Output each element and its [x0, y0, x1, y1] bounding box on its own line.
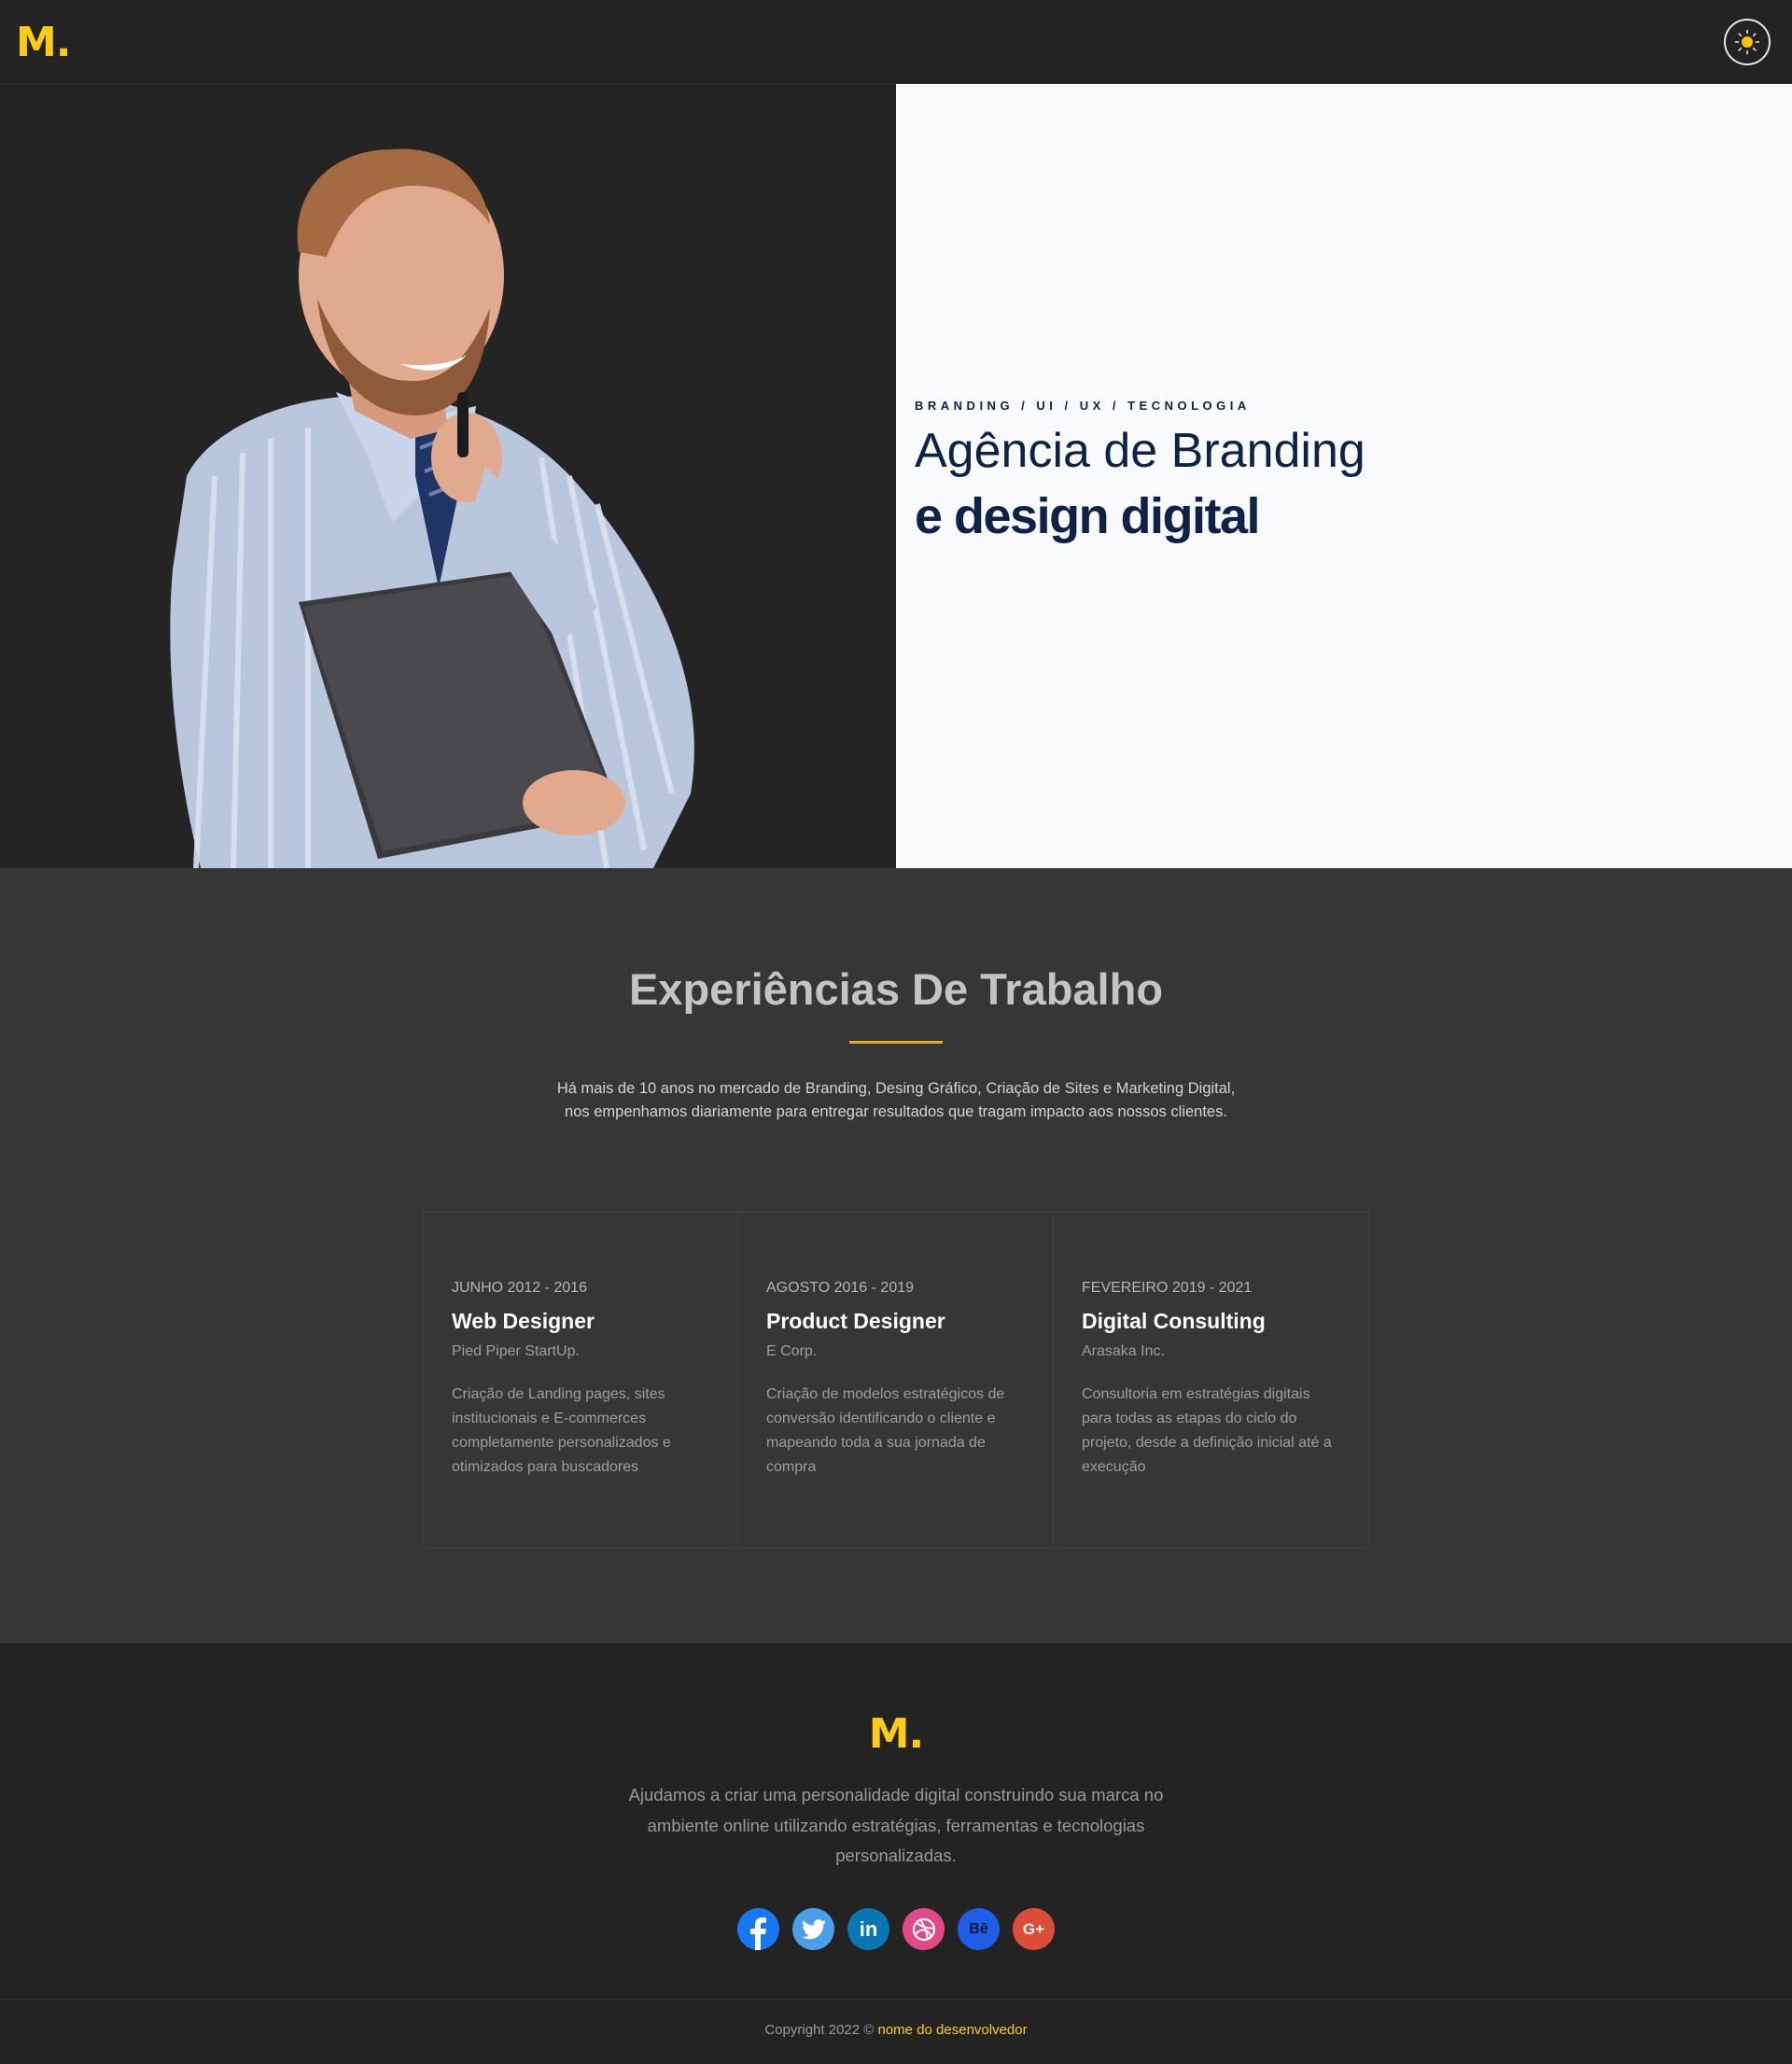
- logo[interactable]: M.: [16, 17, 71, 69]
- card-description: Criação de modelos estratégicos de conve…: [766, 1386, 1005, 1475]
- man-holding-folder-photo: [170, 148, 694, 868]
- theme-toggle-button[interactable]: [1724, 19, 1771, 65]
- hero-image-panel: [0, 84, 896, 868]
- sun-icon: [1734, 29, 1760, 55]
- card-company: E Corp.: [766, 1343, 818, 1359]
- social-links: in Bē G+: [0, 1908, 1792, 1950]
- card-company: Pied Piper StartUp.: [452, 1343, 580, 1359]
- google-plus-icon[interactable]: G+: [1013, 1908, 1055, 1950]
- behance-icon[interactable]: Bē: [958, 1908, 1000, 1950]
- copyright: Copyright 2022 © nome do desenvolvedor: [0, 2021, 1792, 2040]
- hero-text-panel: BRANDING / UI / UX / TECNOLOGIA Agência …: [896, 84, 1792, 868]
- twitter-icon[interactable]: [792, 1908, 834, 1950]
- hero-subtitle: e design digital: [915, 488, 1261, 544]
- experience-card: AGOSTO 2016 - 2019 Product Designer E Co…: [738, 1212, 1054, 1548]
- card-date: AGOSTO 2016 - 2019: [766, 1280, 915, 1296]
- facebook-icon[interactable]: [737, 1908, 779, 1950]
- title-underline: [849, 1041, 943, 1044]
- linkedin-icon[interactable]: in: [847, 1908, 889, 1950]
- site-footer: M. Ajudamos a criar uma personalidade di…: [0, 1643, 1792, 2064]
- experience-cards: JUNHO 2012 - 2016 Web Designer Pied Pipe…: [423, 1212, 1369, 1548]
- hero-title: Agência de Branding: [915, 424, 1365, 478]
- card-role: Digital Consulting: [1082, 1309, 1266, 1333]
- experience-card: FEVEREIRO 2019 - 2021 Digital Consulting…: [1054, 1212, 1369, 1548]
- site-header: M.: [0, 0, 1792, 84]
- footer-logo[interactable]: M.: [0, 1708, 1792, 1761]
- developer-link[interactable]: nome do desenvolvedor: [878, 2022, 1028, 2038]
- experience-card: JUNHO 2012 - 2016 Web Designer Pied Pipe…: [423, 1212, 738, 1548]
- hero-tagline: BRANDING / UI / UX / TECNOLOGIA: [915, 399, 1251, 413]
- section-description: Há mais de 10 anos no mercado de Brandin…: [556, 1080, 1236, 1120]
- card-description: Consultoria em estratégias digitais para…: [1082, 1386, 1332, 1475]
- hero-section: BRANDING / UI / UX / TECNOLOGIA Agência …: [0, 84, 1792, 868]
- section-title: Experiências De Trabalho: [628, 964, 1164, 1014]
- footer-divider: [0, 1999, 1792, 2000]
- footer-text: Ajudamos a criar uma personalidade digit…: [628, 1785, 1164, 1865]
- copyright-text: Copyright 2022 ©: [764, 2022, 875, 2038]
- experience-section: Experiências De Trabalho Há mais de 10 a…: [0, 868, 1792, 1643]
- card-role: Product Designer: [766, 1309, 945, 1333]
- card-company: Arasaka Inc.: [1082, 1343, 1165, 1359]
- dribbble-icon[interactable]: [903, 1908, 945, 1950]
- card-date: FEVEREIRO 2019 - 2021: [1082, 1280, 1253, 1296]
- card-date: JUNHO 2012 - 2016: [452, 1280, 587, 1296]
- card-description: Criação de Landing pages, sites instituc…: [452, 1386, 671, 1475]
- card-role: Web Designer: [452, 1309, 595, 1333]
